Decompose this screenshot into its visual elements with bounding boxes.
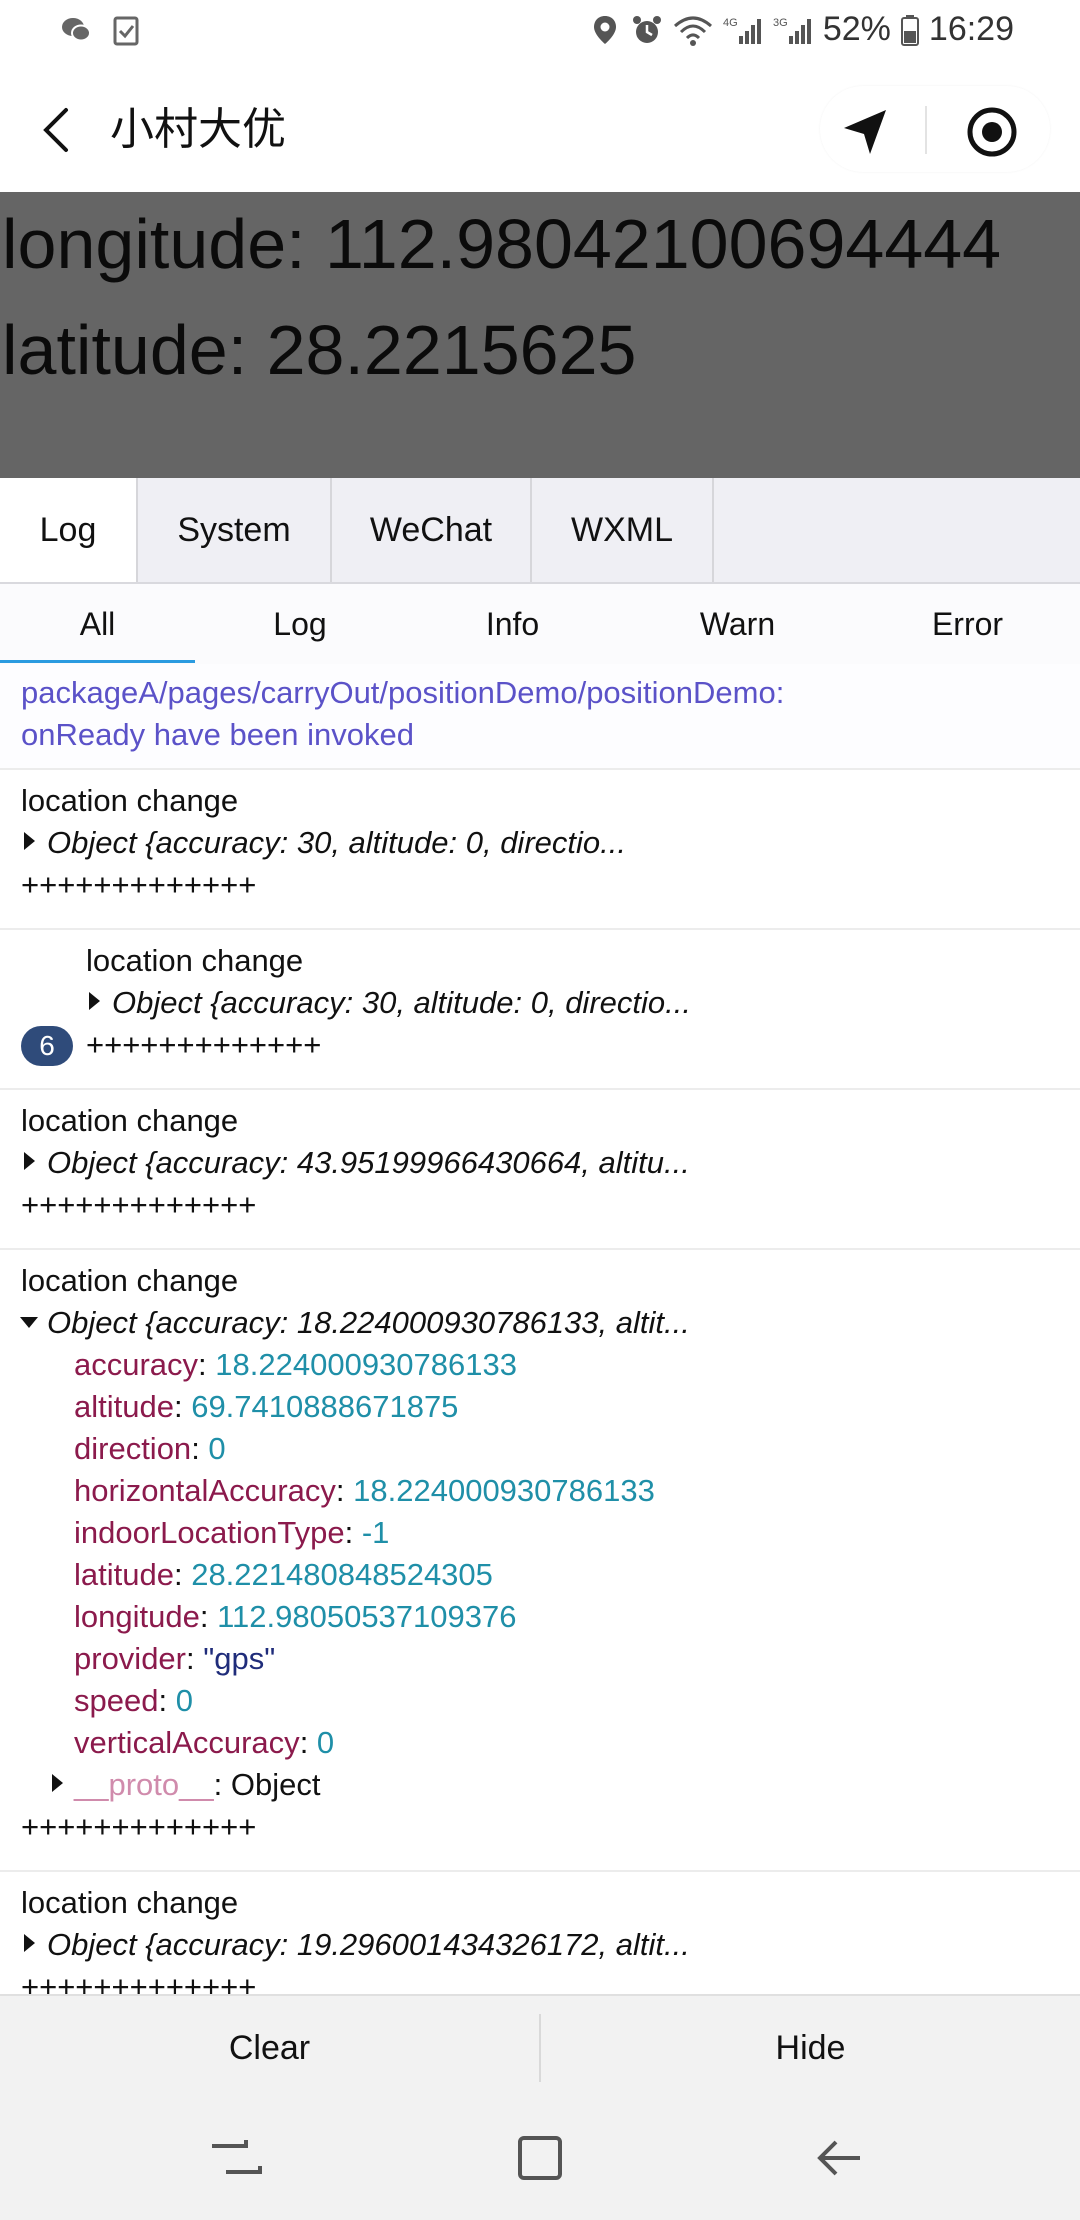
list-item: location change Object {accuracy: 30, al… [0,770,1080,930]
location-pin-icon [593,15,616,44]
tab-wxml[interactable]: WXML [532,478,714,582]
log-separator: +++++++++++++ [21,1187,257,1222]
log-object[interactable]: Object {accuracy: 18.224000930786133, al… [47,1302,690,1344]
repeat-count-badge: 6 [21,1026,73,1066]
log-title: location change [21,783,239,818]
alarm-icon [632,15,661,43]
log-object[interactable]: Object {accuracy: 30, altitude: 0, direc… [47,822,626,864]
object-property-provider: provider: "gps" [74,1641,276,1676]
signal-3g-icon: 3G [773,17,811,44]
object-property-indoor-location-type: indoorLocationType: -1 [74,1515,390,1550]
log-title: location change [86,943,304,978]
info-log-line: onReady have been invoked [21,717,414,752]
wifi-icon [673,16,712,46]
wechat-icon [62,18,91,42]
object-property-accuracy: accuracy: 18.224000930786133 [74,1347,517,1382]
battery-percent: 52% [822,10,891,48]
object-property-direction: direction: 0 [74,1431,226,1466]
tab-log[interactable]: Log [0,478,138,582]
object-property-proto[interactable]: __proto__: Object [74,1764,320,1806]
recents-icon[interactable] [206,2132,266,2186]
collapse-triangle-icon[interactable] [20,1317,38,1328]
capsule-divider [925,106,927,154]
subtab-log[interactable]: Log [205,584,395,664]
longitude-text: longitude: 112.98042100694444 [2,205,1002,283]
list-item: location change Object {accuracy: 19.296… [0,1872,1080,1994]
tab-wechat[interactable]: WeChat [332,478,532,582]
log-list[interactable]: packageA/pages/carryOut/positionDemo/pos… [0,664,1080,1994]
log-title: location change [21,1885,239,1920]
log-separator: +++++++++++++ [21,1969,257,1994]
object-property-altitude: altitude: 69.7410888671875 [74,1389,459,1424]
object-property-horizontal-accuracy: horizontalAccuracy: 18.224000930786133 [74,1473,655,1508]
latitude-text: latitude: 28.2215625 [2,311,637,389]
log-object[interactable]: Object {accuracy: 30, altitude: 0, direc… [112,982,691,1024]
console-tabs: Log System WeChat WXML [0,478,1080,584]
list-item: location change Object {accuracy: 30, al… [0,930,1080,1090]
object-property-latitude: latitude: 28.221480848524305 [74,1557,493,1592]
object-property-speed: speed: 0 [74,1683,193,1718]
hide-button[interactable]: Hide [541,1996,1080,2100]
coordinate-panel: longitude: 112.98042100694444 latitude: … [0,192,1080,478]
back-arrow-icon[interactable] [32,100,82,160]
log-object[interactable]: Object {accuracy: 19.296001434326172, al… [47,1924,690,1966]
page-title: 小村大优 [110,105,286,154]
active-subtab-indicator [0,660,195,663]
expand-triangle-icon[interactable] [24,1152,35,1170]
system-navigation-bar [0,2098,1080,2220]
record-icon[interactable] [962,102,1022,162]
expand-triangle-icon[interactable] [89,992,100,1010]
nav-bar: 小村大优 [0,66,1080,192]
location-arrow-icon[interactable] [838,104,894,160]
log-filter-tabs: All Log Info Warn Error [0,584,1080,666]
svg-text:3G: 3G [773,17,788,29]
object-property-longitude: longitude: 112.98050537109376 [74,1599,517,1634]
expand-triangle-icon[interactable] [24,832,35,850]
list-item: location change Object {accuracy: 43.951… [0,1090,1080,1250]
battery-icon [900,14,919,46]
svg-text:4G: 4G [723,17,738,29]
signal-4g-icon: 4G [723,17,761,44]
list-item: location change Object {accuracy: 18.224… [0,1250,1080,1872]
log-title: location change [21,1103,239,1138]
subtab-error[interactable]: Error [870,584,1065,664]
clipboard-check-icon [113,16,139,46]
subtab-all[interactable]: All [0,584,195,664]
subtab-warn[interactable]: Warn [640,584,835,664]
subtab-info[interactable]: Info [415,584,610,664]
expand-triangle-icon[interactable] [52,1774,63,1792]
clear-button[interactable]: Clear [0,1996,539,2100]
log-separator: +++++++++++++ [21,1809,257,1844]
back-icon[interactable] [812,2130,868,2186]
status-bar: 4G 3G 52% 16:29 [0,0,1080,66]
log-title: location change [21,1263,239,1298]
list-item: packageA/pages/carryOut/positionDemo/pos… [0,664,1080,770]
log-object[interactable]: Object {accuracy: 43.95199966430664, alt… [47,1142,690,1184]
info-log-line: packageA/pages/carryOut/positionDemo/pos… [21,675,785,710]
console-action-bar: Clear Hide [0,1994,1080,2100]
log-separator: +++++++++++++ [86,1027,322,1062]
expand-triangle-icon[interactable] [24,1934,35,1952]
clock: 16:29 [928,10,1014,48]
log-separator: +++++++++++++ [21,867,257,902]
object-property-vertical-accuracy: verticalAccuracy: 0 [74,1725,335,1760]
tab-system[interactable]: System [138,478,332,582]
home-icon[interactable] [512,2130,568,2186]
